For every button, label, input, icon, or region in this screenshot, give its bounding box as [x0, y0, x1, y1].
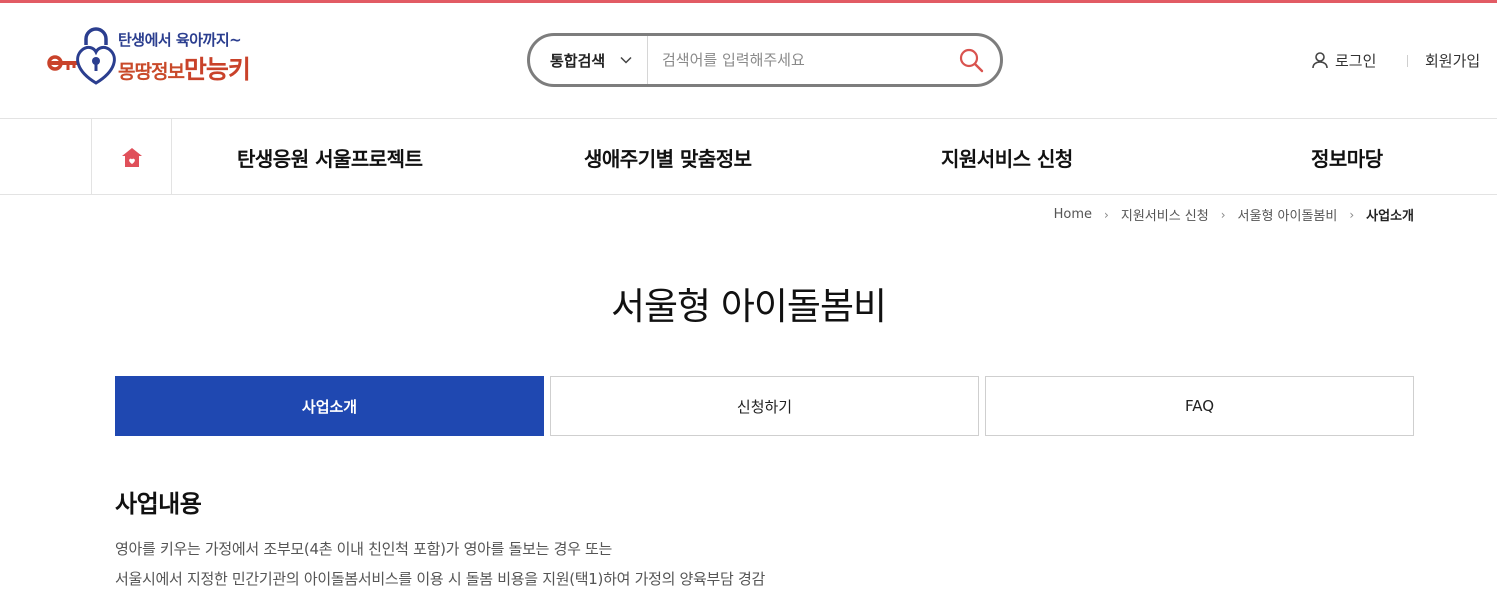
home-icon	[121, 147, 142, 167]
login-label: 로그인	[1335, 51, 1377, 70]
tab-overview[interactable]: 사업소개	[115, 376, 544, 436]
heart-lock-key-logo-icon	[47, 27, 116, 85]
home-button[interactable]	[91, 119, 172, 194]
chevron-right-icon: ›	[1220, 207, 1226, 222]
logo-tagline: 탄생에서 육아까지~	[118, 31, 242, 49]
user-icon	[1312, 52, 1328, 69]
search-bar: 통합검색	[527, 33, 1003, 87]
logo-title-b: 만능키	[183, 55, 251, 84]
gnb-item-lifecycle-info[interactable]: 생애주기별 맞춤정보	[584, 143, 752, 172]
header: 탄생에서 육아까지~ 몽땅정보만능키 통합검색 로그인 회원가입	[0, 3, 1497, 118]
join-link[interactable]: 회원가입	[1425, 48, 1480, 72]
section-description-line: 영아를 키우는 가정에서 조부모(4촌 이내 친인척 포함)가 영아를 돌보는 …	[115, 540, 613, 558]
gnb-item-info-plaza[interactable]: 정보마당	[1311, 143, 1383, 172]
chevron-right-icon: ›	[1104, 207, 1109, 222]
tab-faq[interactable]: FAQ	[985, 376, 1414, 436]
section-description-line: 서울시에서 지정한 민간기관의 아이돌봄서비스를 이용 시 돌봄 비용을 지원(…	[115, 570, 766, 588]
gnb-item-birth-project[interactable]: 탄생응원 서울프로젝트	[237, 143, 423, 172]
search-scope-label: 통합검색	[550, 51, 606, 70]
page-title: 서울형 아이돌봄비	[610, 285, 887, 328]
logo-title-a: 몽땅정보	[118, 61, 185, 83]
breadcrumb-support-service[interactable]: 지원서비스 신청	[1121, 205, 1209, 224]
search-scope-select[interactable]: 통합검색	[530, 36, 648, 84]
breadcrumb-home[interactable]: Home	[1054, 207, 1092, 222]
section-title: 사업내용	[115, 490, 202, 518]
tab-apply[interactable]: 신청하기	[550, 376, 979, 436]
search-icon	[959, 48, 984, 72]
breadcrumb: Home › 지원서비스 신청 › 서울형 아이돌봄비 › 사업소개	[1054, 205, 1414, 224]
chevron-down-icon	[620, 56, 632, 64]
logo-title: 몽땅정보만능키	[118, 50, 251, 86]
util-divider	[1407, 55, 1408, 67]
breadcrumb-current: 사업소개	[1366, 209, 1414, 224]
search-button[interactable]	[956, 46, 986, 76]
gnb-item-support-service[interactable]: 지원서비스 신청	[941, 143, 1073, 172]
search-input[interactable]	[662, 48, 942, 72]
site-logo[interactable]: 탄생에서 육아까지~ 몽땅정보만능키	[46, 23, 286, 89]
login-link[interactable]: 로그인	[1311, 48, 1376, 72]
breadcrumb-childcare[interactable]: 서울형 아이돌봄비	[1238, 205, 1338, 224]
chevron-right-icon: ›	[1349, 207, 1355, 222]
main-navigation: 탄생응원 서울프로젝트 생애주기별 맞춤정보 지원서비스 신청 정보마당	[0, 118, 1497, 195]
